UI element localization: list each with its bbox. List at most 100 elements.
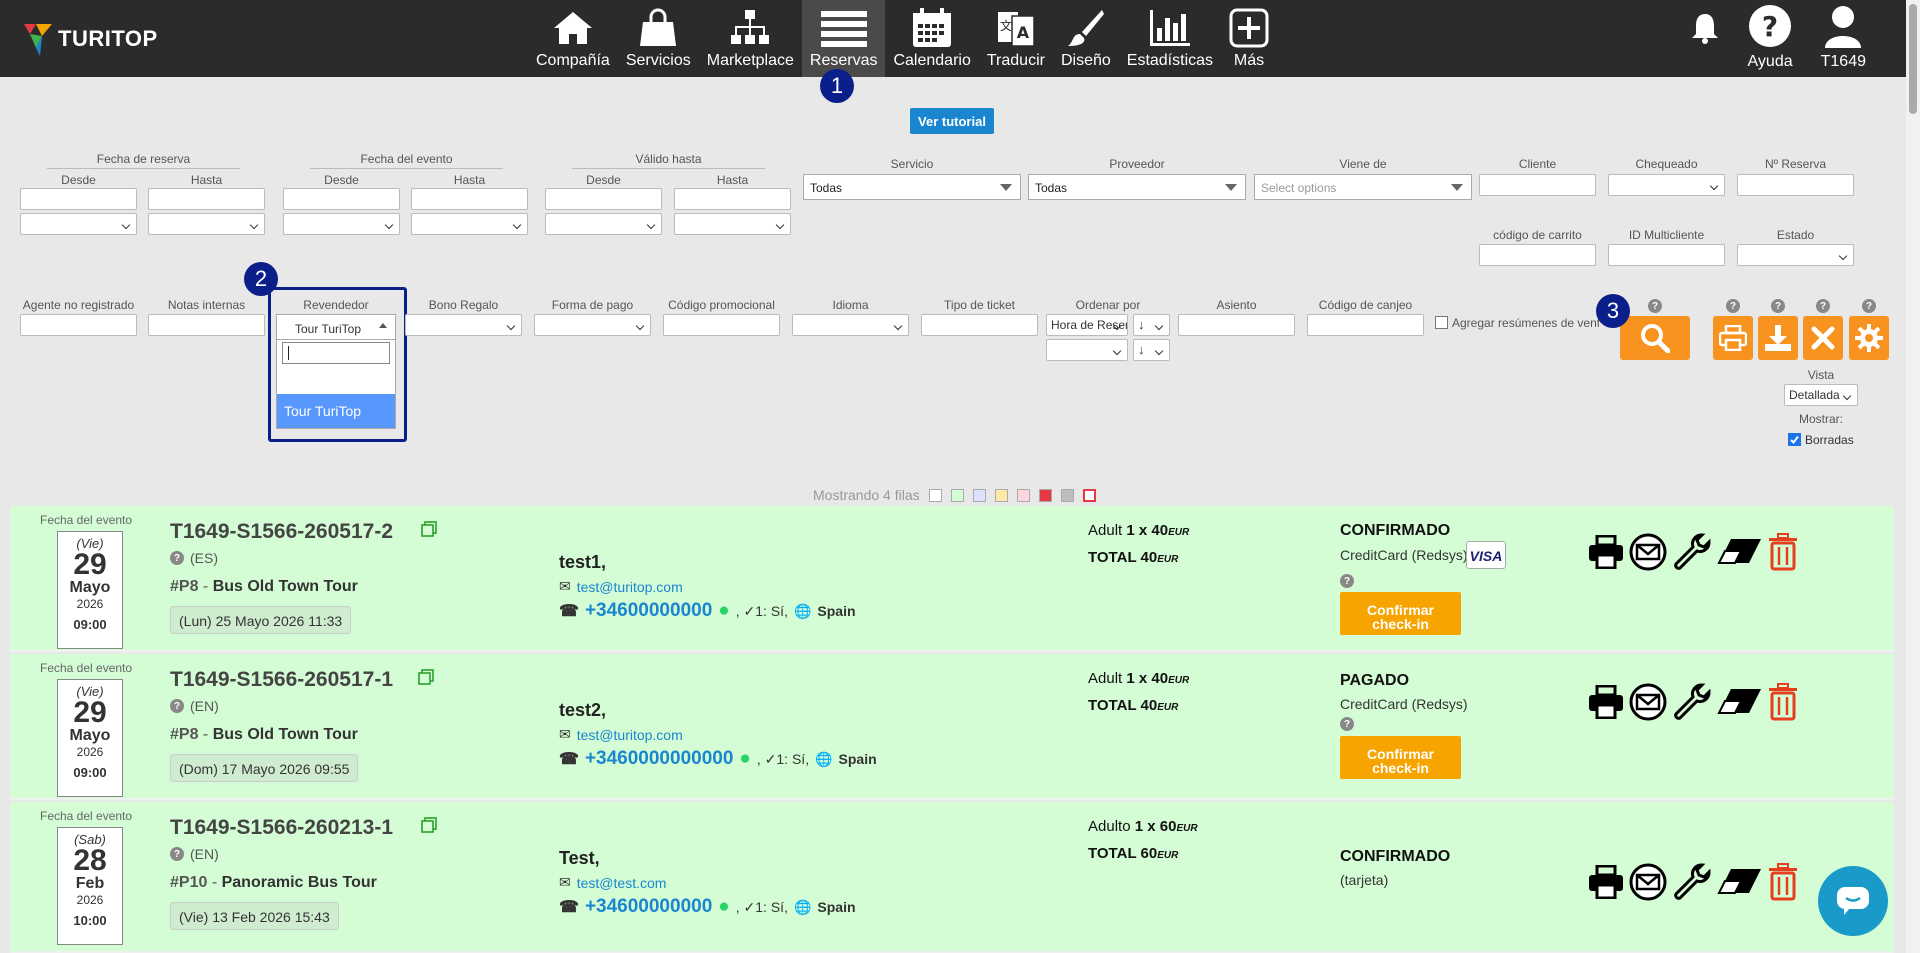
customer-email[interactable]: ✉ test@turitop.com bbox=[559, 578, 683, 595]
email-icon[interactable] bbox=[1629, 533, 1667, 571]
settings-button[interactable] bbox=[1849, 316, 1889, 360]
notifications-button[interactable] bbox=[1676, 0, 1734, 77]
search-button[interactable] bbox=[1620, 316, 1690, 360]
valido-hasta-input[interactable] bbox=[674, 188, 791, 210]
eraser-icon[interactable] bbox=[1717, 687, 1763, 717]
phone-text[interactable]: +34600000000 bbox=[585, 600, 712, 622]
help-icon[interactable]: ? bbox=[1648, 299, 1662, 313]
servicio-select[interactable]: Todas bbox=[803, 174, 1021, 200]
turitop-logo[interactable]: TURITOP bbox=[22, 20, 158, 58]
fecha-reserva-desde-input[interactable] bbox=[20, 188, 137, 210]
valido-desde-hour-select[interactable] bbox=[545, 213, 662, 235]
codigo-promo-input[interactable] bbox=[663, 314, 780, 336]
whatsapp-icon[interactable]: ● bbox=[739, 748, 750, 770]
confirm-checkin-button[interactable]: Confirmar check-in bbox=[1340, 736, 1461, 779]
help-icon[interactable]: ? bbox=[1862, 299, 1876, 313]
nav-diseno[interactable]: Diseño bbox=[1053, 0, 1119, 77]
cliente-input[interactable] bbox=[1479, 174, 1596, 196]
booking-ref[interactable]: T1649-S1566-260517-2 bbox=[170, 520, 393, 544]
clear-filters-button[interactable] bbox=[1803, 316, 1843, 360]
fecha-reserva-desde-hour-select[interactable] bbox=[20, 213, 137, 235]
fecha-reserva-hasta-hour-select[interactable] bbox=[148, 213, 265, 235]
viene-de-multiselect[interactable]: Select options bbox=[1254, 174, 1472, 200]
eraser-icon[interactable] bbox=[1717, 867, 1763, 897]
tutorial-button[interactable]: Ver tutorial bbox=[910, 108, 994, 134]
phone-text[interactable]: +3460000000000 bbox=[585, 748, 733, 770]
customer-email[interactable]: ✉ test@turitop.com bbox=[559, 726, 683, 743]
copy-icon[interactable] bbox=[418, 669, 434, 685]
whatsapp-icon[interactable]: ● bbox=[718, 896, 729, 918]
asiento-input[interactable] bbox=[1178, 314, 1295, 336]
ordenar-select[interactable]: Hora de Reserva bbox=[1046, 314, 1128, 336]
nav-calendario[interactable]: Calendario bbox=[885, 0, 978, 77]
bono-select[interactable] bbox=[405, 314, 522, 336]
nav-reservas[interactable]: Reservas bbox=[801, 0, 886, 77]
wrench-icon[interactable] bbox=[1672, 682, 1712, 722]
nav-estadisticas[interactable]: Estadísticas bbox=[1119, 0, 1221, 77]
ordenar-2-select[interactable] bbox=[1046, 339, 1128, 361]
notas-input[interactable] bbox=[148, 314, 265, 336]
nav-servicios[interactable]: Servicios bbox=[618, 0, 699, 77]
eraser-icon[interactable] bbox=[1717, 537, 1763, 567]
chequeado-select[interactable] bbox=[1608, 174, 1725, 196]
codigo-carrito-input[interactable] bbox=[1479, 244, 1596, 266]
tipo-ticket-input[interactable] bbox=[921, 314, 1038, 336]
nav-marketplace[interactable]: Marketplace bbox=[699, 0, 802, 77]
help-icon[interactable]: ? bbox=[1726, 299, 1740, 313]
ordenar-2-dir-select[interactable]: ↓ bbox=[1133, 339, 1170, 361]
booking-ref[interactable]: T1649-S1566-260213-1 bbox=[170, 816, 393, 840]
nav-mas[interactable]: Más bbox=[1221, 0, 1277, 77]
vista-select[interactable]: Detallada bbox=[1784, 384, 1858, 406]
help-icon[interactable]: ? bbox=[1816, 299, 1830, 313]
copy-icon[interactable] bbox=[421, 521, 437, 537]
download-button[interactable] bbox=[1758, 316, 1798, 360]
fecha-evento-desde-hour-select[interactable] bbox=[283, 213, 400, 235]
booking-ref[interactable]: T1649-S1566-260517-1 bbox=[170, 668, 393, 692]
phone-text[interactable]: +34600000000 bbox=[585, 896, 712, 918]
help-button[interactable]: ? Ayuda bbox=[1734, 0, 1807, 77]
help-icon[interactable]: ? bbox=[170, 699, 184, 713]
valido-desde-input[interactable] bbox=[545, 188, 662, 210]
email-icon[interactable] bbox=[1629, 863, 1667, 901]
whatsapp-icon[interactable]: ● bbox=[718, 600, 729, 622]
scrollbar-thumb[interactable] bbox=[1909, 4, 1917, 114]
chat-button[interactable] bbox=[1818, 866, 1888, 936]
codigo-canje-input[interactable] bbox=[1307, 314, 1424, 336]
agente-input[interactable] bbox=[20, 314, 137, 336]
wrench-icon[interactable] bbox=[1672, 862, 1712, 902]
email-icon[interactable] bbox=[1629, 683, 1667, 721]
fecha-evento-hasta-input[interactable] bbox=[411, 188, 528, 210]
fecha-reserva-hasta-input[interactable] bbox=[148, 188, 265, 210]
ordenar-dir-select[interactable]: ↓ bbox=[1133, 314, 1170, 336]
printer-icon[interactable] bbox=[1588, 685, 1624, 719]
fecha-evento-desde-input[interactable] bbox=[283, 188, 400, 210]
help-icon[interactable]: ? bbox=[1340, 717, 1354, 731]
trash-icon[interactable] bbox=[1768, 533, 1798, 571]
copy-icon[interactable] bbox=[421, 817, 437, 833]
wrench-icon[interactable] bbox=[1672, 532, 1712, 572]
help-icon[interactable]: ? bbox=[1340, 574, 1354, 588]
customer-email[interactable]: ✉ test@test.com bbox=[559, 874, 666, 891]
trash-icon[interactable] bbox=[1768, 863, 1798, 901]
print-button[interactable] bbox=[1713, 316, 1753, 360]
help-icon[interactable]: ? bbox=[170, 847, 184, 861]
user-menu[interactable]: T1649 bbox=[1807, 0, 1880, 77]
estado-select[interactable] bbox=[1737, 244, 1854, 266]
idioma-select[interactable] bbox=[792, 314, 909, 336]
help-icon[interactable]: ? bbox=[1771, 299, 1785, 313]
confirm-checkin-button[interactable]: Confirmar check-in bbox=[1340, 592, 1461, 635]
printer-icon[interactable] bbox=[1588, 535, 1624, 569]
printer-icon[interactable] bbox=[1588, 865, 1624, 899]
help-icon[interactable]: ? bbox=[170, 551, 184, 565]
proveedor-select[interactable]: Todas bbox=[1028, 174, 1246, 200]
borradas-checkbox[interactable] bbox=[1788, 433, 1801, 446]
scrollbar[interactable] bbox=[1906, 0, 1920, 953]
forma-pago-select[interactable] bbox=[534, 314, 651, 336]
trash-icon[interactable] bbox=[1768, 683, 1798, 721]
agregar-resumenes-checkbox[interactable] bbox=[1435, 316, 1448, 329]
fecha-evento-hasta-hour-select[interactable] bbox=[411, 213, 528, 235]
nav-traducir[interactable]: A文 Traducir bbox=[979, 0, 1053, 77]
nav-compania[interactable]: Compañía bbox=[528, 0, 618, 77]
valido-hasta-hour-select[interactable] bbox=[674, 213, 791, 235]
id-multicliente-input[interactable] bbox=[1608, 244, 1725, 266]
